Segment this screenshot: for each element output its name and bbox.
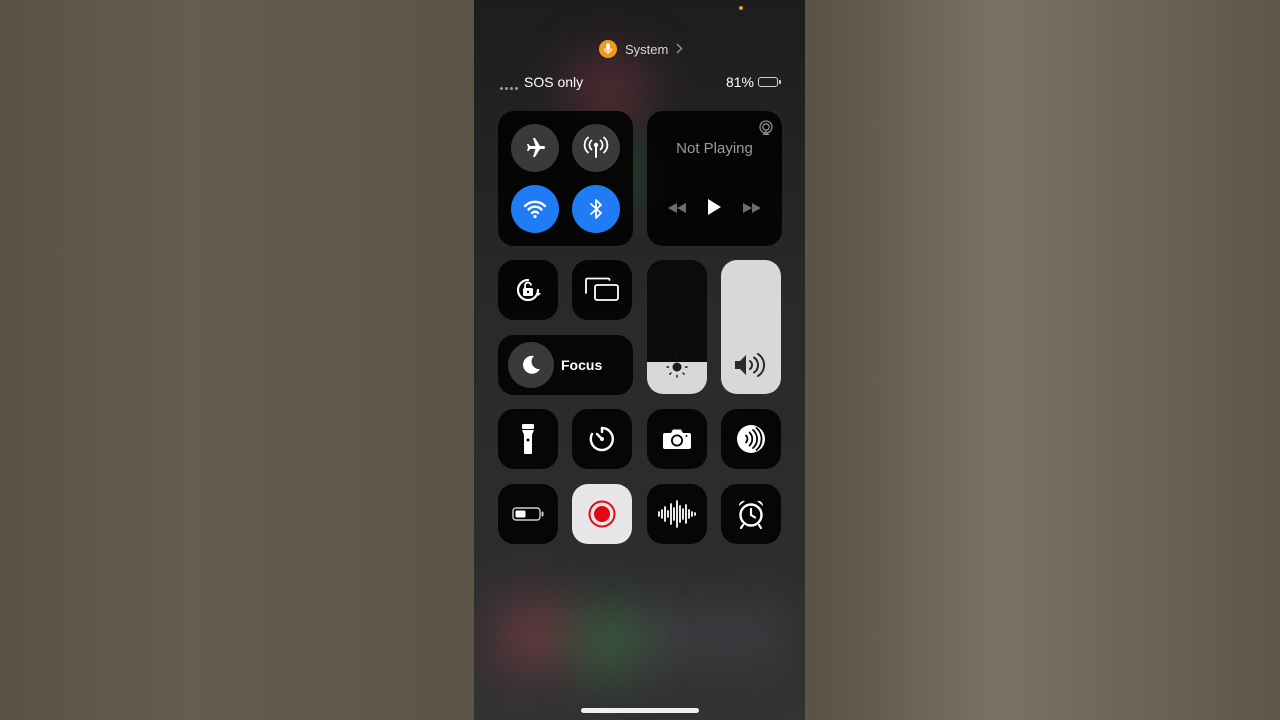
flashlight-icon (522, 424, 534, 454)
volume-slider[interactable] (721, 260, 781, 394)
speaker-volume-icon (735, 353, 765, 377)
bluetooth-button[interactable] (572, 185, 620, 233)
connectivity-tile (498, 111, 633, 246)
cellular-data-button[interactable] (572, 124, 620, 172)
battery-percent: 81% (725, 74, 754, 90)
wifi-button[interactable] (511, 185, 559, 233)
status-carrier: SOS only (500, 73, 583, 91)
control-center: System SOS only 81% Not Playing Focus (474, 0, 805, 720)
flashlight-button[interactable] (498, 409, 558, 469)
battery-icon (758, 77, 781, 87)
screen-mirroring-icon (585, 277, 619, 301)
nfc-icon (737, 425, 765, 453)
airplane-mode-button[interactable] (511, 124, 559, 172)
screen-record-icon (588, 500, 616, 528)
wifi-icon (523, 200, 547, 219)
rewind-icon[interactable] (667, 201, 687, 219)
low-power-battery-icon (512, 507, 544, 521)
alarm-button[interactable] (721, 484, 781, 544)
camera-icon (663, 429, 691, 449)
focus-button[interactable]: Focus (498, 335, 633, 395)
alarm-icon (738, 500, 764, 530)
brightness-icon (666, 356, 688, 378)
status-battery: 81% (725, 73, 781, 91)
airplane-icon (527, 138, 545, 157)
airplay-icon[interactable] (758, 120, 774, 141)
privacy-indicator-dot (739, 6, 743, 10)
play-icon[interactable] (706, 198, 722, 221)
screen-record-button[interactable] (572, 484, 632, 544)
home-indicator[interactable] (581, 708, 699, 713)
bluetooth-icon (590, 199, 602, 219)
voice-memo-icon (658, 500, 696, 528)
cellular-antenna-icon (583, 136, 609, 158)
timer-icon (589, 426, 614, 452)
chevron-right-icon (676, 42, 683, 57)
screen-mirroring-button[interactable] (572, 260, 632, 320)
mic-usage-app: System (625, 41, 669, 57)
focus-label: Focus (561, 357, 603, 373)
mic-icon (599, 40, 617, 58)
voice-memo-button[interactable] (647, 484, 707, 544)
low-power-mode-button[interactable] (498, 484, 558, 544)
signal-dots-icon (500, 80, 518, 90)
rotation-lock-button[interactable] (498, 260, 558, 320)
rotation-lock-icon (516, 278, 541, 302)
mic-usage-indicator[interactable]: System (599, 40, 683, 58)
carrier-text: SOS only (524, 74, 584, 90)
timer-button[interactable] (572, 409, 632, 469)
fast-forward-icon[interactable] (742, 201, 762, 219)
now-playing-tile[interactable]: Not Playing (647, 111, 782, 246)
camera-button[interactable] (647, 409, 707, 469)
nfc-reader-button[interactable] (721, 409, 781, 469)
moon-icon (508, 342, 554, 388)
now-playing-title: Not Playing (676, 140, 753, 157)
brightness-slider[interactable] (647, 260, 707, 394)
